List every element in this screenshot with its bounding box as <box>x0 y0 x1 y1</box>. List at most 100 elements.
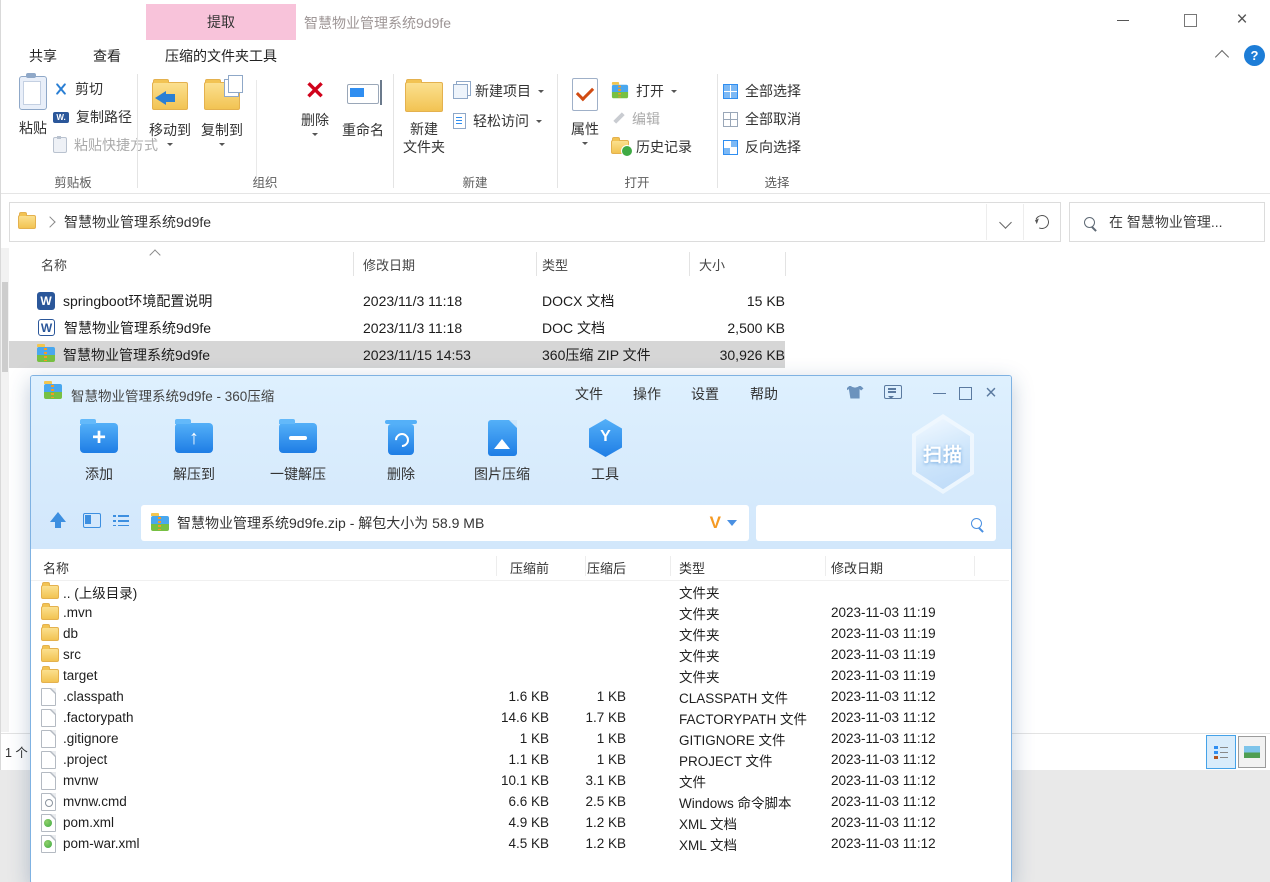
easy-access-icon <box>453 113 466 129</box>
new-folder-button[interactable]: 新建 文件夹 <box>399 78 449 156</box>
rename-button[interactable]: 重命名 <box>337 76 389 140</box>
file-row[interactable]: springboot环境配置说明 2023/11/3 11:18 DOCX 文档… <box>9 287 785 314</box>
column-header-name[interactable]: 名称 <box>41 255 67 274</box>
archive-row[interactable]: .mvn 文件夹 2023-11-03 11:19 <box>31 602 1009 623</box>
up-directory-button[interactable] <box>50 512 66 528</box>
copy-to-button[interactable]: 复制到 <box>198 75 246 146</box>
menu-help[interactable]: 帮助 <box>750 384 778 404</box>
skin-button[interactable] <box>846 383 864 401</box>
edit-button[interactable]: 编辑 <box>611 108 660 130</box>
preview-pane-button[interactable] <box>83 513 101 528</box>
zip-minimize-button[interactable] <box>930 384 948 402</box>
row-type: 文件 <box>679 774 706 790</box>
history-button[interactable]: 历史记录 <box>611 136 692 158</box>
file-row[interactable]: 智慧物业管理系统9d9fe 2023/11/3 11:18 DOC 文档 2,5… <box>9 314 785 341</box>
view-thumbnails-button[interactable] <box>1238 736 1266 768</box>
paste-shortcut-button[interactable]: 粘贴快捷方式 <box>53 134 158 156</box>
feedback-button[interactable] <box>884 383 902 401</box>
xml-file-icon <box>41 813 56 832</box>
paste-label: 粘贴 <box>19 120 47 136</box>
archive-row[interactable]: pom-war.xml 4.5 KB 1.2 KB XML 文档 2023-11… <box>31 833 1009 854</box>
select-all-icon <box>723 83 738 99</box>
toolbar-tools-button[interactable]: 工具 <box>560 416 650 484</box>
path-dropdown-button[interactable] <box>721 520 743 526</box>
copy-path-button[interactable]: 复制路径 <box>53 106 132 128</box>
archive-row[interactable]: mvnw.cmd 6.6 KB 2.5 KB Windows 命令脚本 2023… <box>31 791 1009 812</box>
row-size-before: 10.1 KB <box>500 773 549 788</box>
archive-row[interactable]: .gitignore 1 KB 1 KB GITIGNORE 文件 2023-1… <box>31 728 1009 749</box>
delete-button[interactable]: × 删除 <box>291 72 339 136</box>
new-folder-label-line2: 文件夹 <box>403 139 445 155</box>
archive-row[interactable]: .classpath 1.6 KB 1 KB CLASSPATH 文件 2023… <box>31 686 1009 707</box>
picture-document-icon <box>480 416 524 458</box>
toolbar-add-button[interactable]: 添加 <box>54 416 144 484</box>
archive-row[interactable]: mvnw 10.1 KB 3.1 KB 文件 2023-11-03 11:12 <box>31 770 1009 791</box>
maximize-button[interactable] <box>1181 11 1199 29</box>
archive-row[interactable]: .project 1.1 KB 1 KB PROJECT 文件 2023-11-… <box>31 749 1009 770</box>
zip-column-date[interactable]: 修改日期 <box>831 558 883 577</box>
new-folder-icon <box>405 79 443 112</box>
select-none-button[interactable]: 全部取消 <box>723 108 801 130</box>
file-icon <box>41 687 56 706</box>
zip-column-before[interactable]: 压缩前 <box>449 558 549 577</box>
paste-button[interactable]: 粘贴 <box>11 73 55 138</box>
zip-window-title: 智慧物业管理系统9d9fe - 360压缩 <box>71 389 275 404</box>
toolbar-delete-button[interactable]: 删除 <box>356 416 446 484</box>
easy-access-button[interactable]: 轻松访问 <box>453 110 542 132</box>
refresh-button[interactable] <box>1023 204 1060 240</box>
scrollbar-thumb[interactable] <box>2 282 8 372</box>
properties-button[interactable]: 属性 <box>563 76 607 145</box>
column-header-type[interactable]: 类型 <box>542 255 568 274</box>
address-bar[interactable]: 智慧物业管理系统9d9fe <box>9 202 1061 242</box>
close-button[interactable]: × <box>1233 10 1251 29</box>
toolbar-one-click-extract-button[interactable]: 一键解压 <box>253 416 343 484</box>
row-size-after: 1 KB <box>596 689 626 704</box>
minimize-button[interactable] <box>1114 11 1132 29</box>
zip-close-button[interactable]: × <box>982 383 1000 403</box>
breadcrumb[interactable]: 智慧物业管理系统9d9fe <box>64 212 211 232</box>
select-all-button[interactable]: 全部选择 <box>723 80 801 102</box>
open-button[interactable]: 打开 <box>611 80 677 102</box>
screen: 提取 智慧物业管理系统9d9fe × 共享 查看 压缩的文件夹工具 ? 粘贴 剪… <box>0 0 1270 882</box>
zip-maximize-button[interactable] <box>956 384 974 402</box>
zip-column-type[interactable]: 类型 <box>679 558 705 577</box>
address-dropdown-button[interactable] <box>986 204 1023 240</box>
zip-column-name[interactable]: 名称 <box>43 558 69 577</box>
archive-path-bar[interactable]: 智慧物业管理系统9d9fe.zip - 解包大小为 58.9 MB V <box>141 505 749 541</box>
archive-row[interactable]: db 文件夹 2023-11-03 11:19 <box>31 623 1009 644</box>
archive-row[interactable]: .. (上级目录) 文件夹 <box>31 581 1009 602</box>
toolbar-image-compress-button[interactable]: 图片压缩 <box>457 416 547 484</box>
view-details-button[interactable] <box>1206 735 1236 769</box>
archive-search-box[interactable] <box>756 505 996 541</box>
search-input[interactable] <box>1107 213 1241 231</box>
archive-row[interactable]: .factorypath 14.6 KB 1.7 KB FACTORYPATH … <box>31 707 1009 728</box>
list-view-button[interactable] <box>113 514 129 526</box>
help-button[interactable]: ? <box>1244 45 1265 66</box>
cut-button[interactable]: 剪切 <box>53 78 103 100</box>
archive-row[interactable]: pom.xml 4.9 KB 1.2 KB XML 文档 2023-11-03 … <box>31 812 1009 833</box>
archive-search-input[interactable] <box>766 514 971 532</box>
zip-column-after[interactable]: 压缩后 <box>556 558 626 577</box>
file-row-selected[interactable]: 智慧物业管理系统9d9fe 2023/11/15 14:53 360压缩 ZIP… <box>9 341 785 368</box>
menu-settings[interactable]: 设置 <box>691 384 719 404</box>
move-to-button[interactable]: 移动到 <box>146 78 194 146</box>
column-header-date[interactable]: 修改日期 <box>363 255 415 274</box>
collapse-ribbon-button[interactable] <box>1214 49 1230 65</box>
tab-view[interactable]: 查看 <box>79 42 135 70</box>
archive-row[interactable]: src 文件夹 2023-11-03 11:19 <box>31 644 1009 665</box>
column-header-size[interactable]: 大小 <box>699 255 725 274</box>
search-box[interactable] <box>1069 202 1265 242</box>
file-icon <box>41 771 56 790</box>
tab-share[interactable]: 共享 <box>15 42 71 70</box>
delete-x-icon: × <box>305 72 325 107</box>
scrollbar[interactable] <box>1 248 9 732</box>
invert-selection-button[interactable]: 反向选择 <box>723 136 801 158</box>
new-item-button[interactable]: 新建项目 <box>453 80 544 102</box>
file-name: 智慧物业管理系统9d9fe <box>63 346 211 363</box>
menu-actions[interactable]: 操作 <box>633 384 661 404</box>
menu-file[interactable]: 文件 <box>575 384 603 404</box>
tab-compressed-folder-tools[interactable]: 压缩的文件夹工具 <box>146 42 296 70</box>
word-doc-icon <box>38 319 55 336</box>
toolbar-extract-to-button[interactable]: 解压到 <box>149 416 239 484</box>
archive-row[interactable]: target 文件夹 2023-11-03 11:19 <box>31 665 1009 686</box>
